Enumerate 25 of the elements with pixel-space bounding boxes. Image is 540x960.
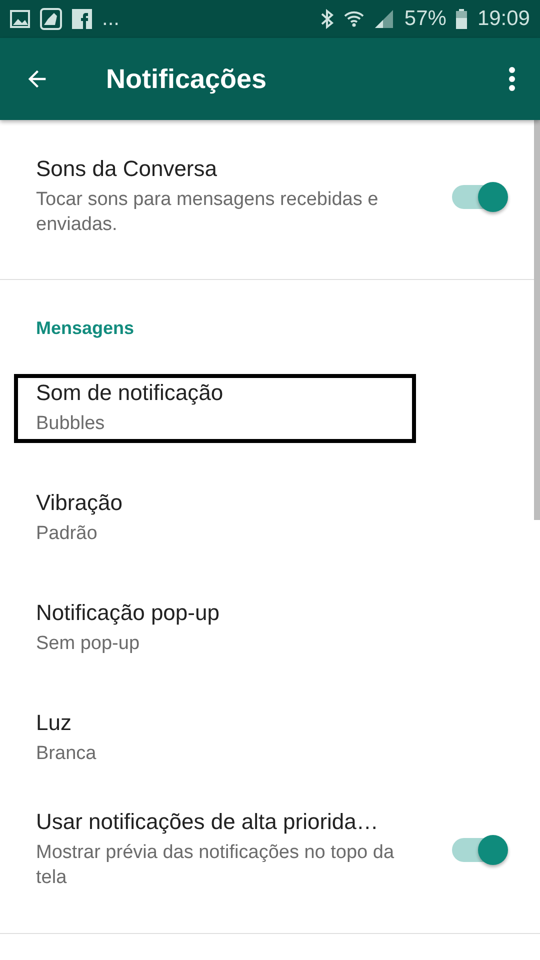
clock: 19:09: [477, 7, 530, 31]
more-notifications: ...: [102, 7, 120, 31]
setting-subtitle: Bubbles: [36, 412, 106, 436]
image-icon: [10, 10, 30, 28]
section-header: Mensagens: [35, 317, 136, 340]
signal-icon: [374, 9, 394, 29]
setting-subtitle: Tocar sons para mensagens recebidas e enviadas.: [36, 188, 380, 237]
battery-icon: [456, 9, 468, 29]
setting-title[interactable]: Usar notificações de alta priorida…: [36, 809, 398, 836]
setting-subtitle: Sem pop-up: [36, 632, 141, 656]
setting-title[interactable]: Sons da Conversa: [36, 156, 398, 182]
setting-title[interactable]: Notificação pop-up: [36, 600, 398, 626]
setting-subtitle: Padrão: [36, 522, 98, 546]
photo-edit-icon: [40, 8, 62, 30]
setting-title[interactable]: Luz: [36, 710, 398, 736]
more-vert-icon: [508, 66, 516, 92]
screen-title: Notificações: [106, 64, 268, 94]
facebook-icon: [72, 9, 92, 29]
setting-subtitle: Branca: [36, 742, 98, 766]
wifi-icon: [344, 9, 364, 29]
setting-subtitle: Mostrar prévia das notificações no topo da tela: [36, 841, 396, 890]
battery-percent: 57%: [404, 7, 446, 31]
setting-title[interactable]: Vibração: [36, 490, 398, 516]
setting-title[interactable]: Som de notificação: [36, 380, 410, 406]
bluetooth-icon: [320, 9, 334, 29]
